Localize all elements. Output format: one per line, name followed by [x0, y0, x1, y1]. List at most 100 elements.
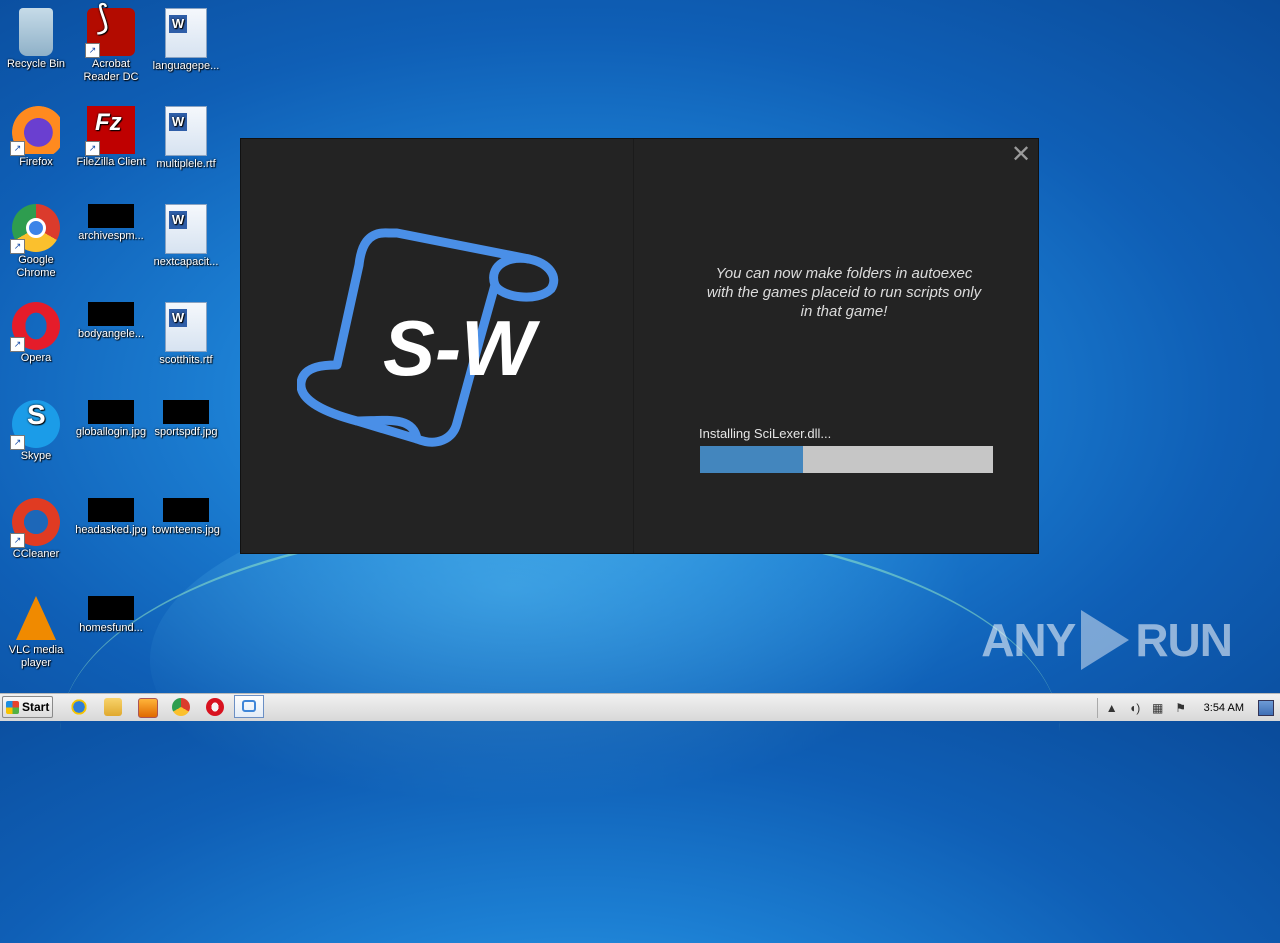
opera-icon: ↗: [10, 302, 60, 352]
explorer-folder-icon[interactable]: [104, 698, 122, 716]
shortcut-arrow-icon: ↗: [10, 533, 25, 548]
desktop-icon-label: townteens.jpg: [152, 524, 220, 536]
desktop-icon-vlc[interactable]: VLC media player: [0, 596, 72, 670]
recycle-bin-icon: [19, 8, 53, 56]
start-label: Start: [22, 700, 50, 714]
desktop-icon-chrome[interactable]: ↗ Google Chrome: [0, 204, 72, 280]
sw-logo: S-W: [297, 228, 559, 447]
opera-icon[interactable]: [206, 698, 224, 716]
word-document-icon: [165, 302, 207, 352]
desktop-icon-headasked[interactable]: headasked.jpg: [75, 498, 147, 537]
desktop-icon-label: headasked.jpg: [75, 524, 147, 536]
chrome-icon: ↗: [10, 204, 60, 254]
installer-icon: [242, 700, 256, 712]
desktop-icon-multiplele[interactable]: multiplele.rtf: [150, 106, 222, 171]
taskbar-active-app[interactable]: [234, 695, 264, 718]
desktop-icon-label: languagepe...: [152, 60, 220, 72]
desktop-icon-label: globallogin.jpg: [75, 426, 147, 438]
desktop-icon-ccleaner[interactable]: ↗ CCleaner: [0, 498, 72, 561]
desktop-icon-filezilla[interactable]: ↗ FileZilla Client: [75, 106, 147, 169]
show-hidden-icons-icon[interactable]: ▲: [1104, 700, 1120, 716]
panel-divider: [633, 139, 634, 553]
install-status: Installing SciLexer.dll...: [699, 426, 832, 441]
show-desktop-button[interactable]: [1258, 699, 1274, 716]
chrome-icon[interactable]: [172, 698, 190, 716]
image-thumbnail-icon: [163, 400, 209, 424]
desktop-icon-skype[interactable]: ↗ Skype: [0, 400, 72, 463]
desktop-icon-label: Skype: [20, 450, 52, 462]
install-progress-bar: [700, 446, 993, 473]
desktop-icon-label: bodyangele...: [77, 328, 145, 340]
desktop-icon-label: sportspdf.jpg: [154, 426, 218, 438]
close-icon[interactable]: ✕: [1010, 143, 1032, 167]
network-icon[interactable]: ▦: [1150, 700, 1166, 716]
image-thumbnail-icon: [163, 498, 209, 522]
shortcut-arrow-icon: ↗: [10, 337, 25, 352]
skype-icon: ↗: [10, 400, 60, 450]
desktop-icon-recycle-bin[interactable]: Recycle Bin: [0, 8, 72, 71]
desktop-icon-globallogin[interactable]: globallogin.jpg: [75, 400, 147, 439]
desktop-icon-firefox[interactable]: ↗ Firefox: [0, 106, 72, 169]
action-center-flag-icon[interactable]: ⚑: [1173, 700, 1189, 716]
clock[interactable]: 3:54 AM: [1204, 702, 1244, 714]
image-thumbnail-icon: [88, 596, 134, 620]
tip-text: You can now make folders in autoexec wit…: [706, 265, 982, 320]
desktop-icon-label: Opera: [20, 352, 52, 364]
image-thumbnail-icon: [88, 204, 134, 228]
desktop-icon-scotthits[interactable]: scotthits.rtf: [150, 302, 222, 367]
shortcut-arrow-icon: ↗: [10, 435, 25, 450]
desktop-icon-acrobat[interactable]: ↗ Acrobat Reader DC: [75, 8, 147, 84]
tray-separator: [1096, 697, 1098, 718]
progress-fill: [700, 446, 803, 473]
installer-window: ✕ S-W You can now make folders in autoex…: [241, 139, 1038, 553]
word-document-icon: [165, 106, 207, 156]
desktop-icon-homesfund[interactable]: homesfund...: [75, 596, 147, 635]
play-icon: [1081, 610, 1130, 670]
word-document-icon: [165, 204, 207, 254]
shortcut-arrow-icon: ↗: [10, 239, 25, 254]
image-thumbnail-icon: [88, 302, 134, 326]
media-player-icon[interactable]: [138, 698, 158, 718]
ccleaner-icon: ↗: [10, 498, 60, 548]
system-tray: ▲ ◖) ▦ ⚑ 3:54 AM: [1096, 694, 1280, 721]
start-button[interactable]: Start: [2, 696, 53, 718]
desktop-icon-label: Recycle Bin: [6, 58, 66, 70]
desktop-icon-label: Acrobat Reader DC: [83, 58, 139, 83]
volume-icon[interactable]: ◖): [1127, 700, 1143, 716]
desktop-icon-label: Firefox: [19, 156, 53, 168]
desktop-icon-nextcapacit[interactable]: nextcapacit...: [150, 204, 222, 269]
taskbar: Start ▲ ◖) ▦ ⚑ 3:54 AM: [0, 693, 1280, 721]
desktop-icon-label: VLC media player: [8, 644, 64, 669]
desktop-icon-label: Google Chrome: [16, 254, 56, 279]
desktop-icon-label: nextcapacit...: [153, 256, 219, 268]
desktop-icon-townteens[interactable]: townteens.jpg: [150, 498, 222, 537]
windows-flag-icon: [6, 700, 19, 714]
desktop-icon-label: homesfund...: [79, 622, 143, 634]
desktop-icon-label: multiplele.rtf: [156, 158, 216, 170]
desktop-icon-archivespm[interactable]: archivespm...: [75, 204, 147, 243]
desktop-icon-label: archivespm...: [78, 230, 144, 242]
shortcut-arrow-icon: ↗: [85, 43, 100, 58]
shortcut-arrow-icon: ↗: [85, 141, 100, 156]
watermark-text-right: RUN: [1135, 614, 1233, 666]
word-document-icon: [165, 8, 207, 58]
desktop-icon-label: scotthits.rtf: [159, 354, 213, 366]
desktop-icon-label: FileZilla Client: [76, 156, 146, 168]
shortcut-arrow-icon: ↗: [10, 141, 25, 156]
filezilla-icon: ↗: [85, 106, 135, 156]
desktop-icon-bodyangele[interactable]: bodyangele...: [75, 302, 147, 341]
desktop-icon-opera[interactable]: ↗ Opera: [0, 302, 72, 365]
watermark-text-left: ANY: [981, 614, 1076, 666]
wallpaper-arc: [60, 520, 1060, 943]
acrobat-icon: ↗: [85, 8, 135, 58]
desktop-icon-sportspdf[interactable]: sportspdf.jpg: [150, 400, 222, 439]
logo-text: S-W: [383, 304, 541, 392]
image-thumbnail-icon: [88, 498, 134, 522]
desktop-icon-label: CCleaner: [12, 548, 60, 560]
vlc-icon: [16, 596, 56, 640]
internet-explorer-icon[interactable]: [70, 698, 88, 716]
desktop-icon-languagepe[interactable]: languagepe...: [150, 8, 222, 73]
firefox-icon: ↗: [10, 106, 60, 156]
image-thumbnail-icon: [88, 400, 134, 424]
anyrun-watermark: ANY RUN: [981, 610, 1233, 670]
